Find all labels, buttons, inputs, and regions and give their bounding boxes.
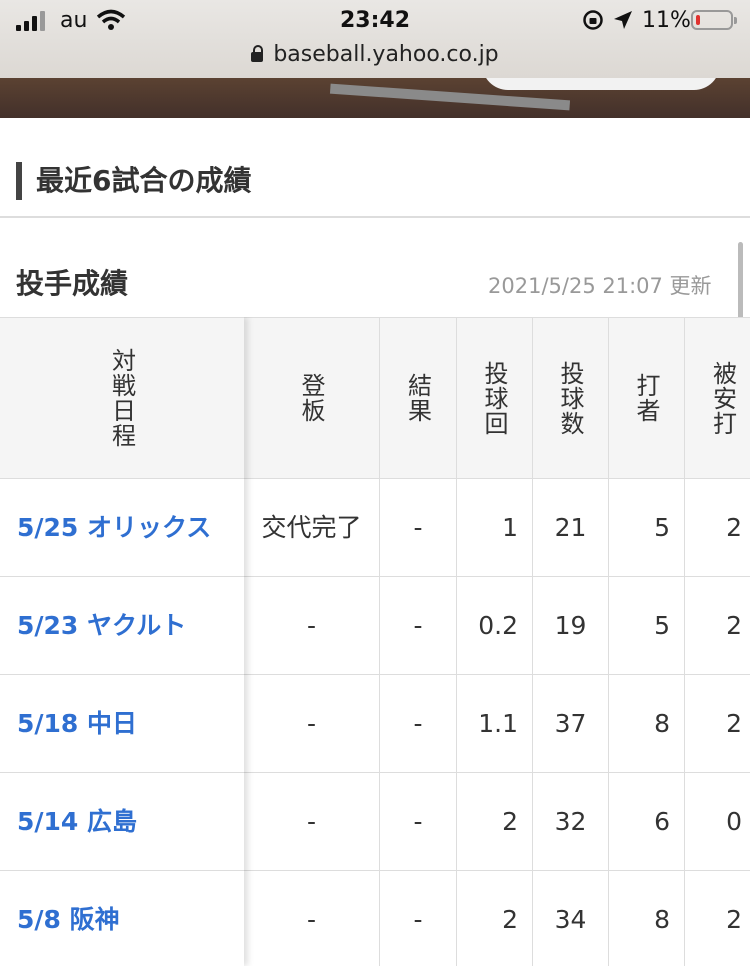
section-title: 最近6試合の成績 [16,162,251,200]
battery-percent: 11% [642,8,691,33]
batters-cell: 5 [609,577,685,674]
appearance-cell: 交代完了 [244,479,380,576]
clock: 23:42 [339,8,411,33]
batters-cell: 5 [609,479,685,576]
innings-cell: 2 [457,773,533,870]
sticky-date-column: 対戦日程 5/25 オリックス 5/23 ヤクルト 5/18 中日 5/14 広… [0,317,244,966]
result-cell: - [380,871,457,966]
hits-cell: 0 [726,807,742,836]
browser-top-bar: au 23:42 11% baseball.yahoo.co.jp [0,0,750,78]
result-cell: - [380,479,457,576]
batters-cell: 8 [609,871,685,966]
date-cell: 5/18 中日 [0,675,244,773]
rotation-lock-icon [583,10,603,30]
battery-icon [691,10,737,30]
appearance-cell: - [244,675,380,772]
pitches-cell: 19 [533,577,609,674]
game-link[interactable]: 5/18 中日 [0,709,137,738]
batters-cell: 8 [609,675,685,772]
col-header-result: 結果 [380,317,457,479]
col-header-date: 対戦日程 [0,317,244,479]
pitches-cell: 32 [533,773,609,870]
col-header-hits: 被安打 [708,360,737,436]
game-link[interactable]: 5/25 オリックス [0,513,211,542]
appearance-cell: - [244,577,380,674]
status-bar: au 23:42 11% [0,0,750,42]
result-cell: - [380,773,457,870]
innings-cell: 1 [457,479,533,576]
innings-cell: 1.1 [457,675,533,772]
game-link[interactable]: 5/14 広島 [0,807,137,836]
date-cell: 5/8 阪神 [0,871,244,966]
appearance-cell: - [244,871,380,966]
pitching-stats-table: 登板 結果 投球回 投球数 打者 被安打 交代完了 - 1 21 5 2 - -… [0,317,750,966]
date-cell: 5/23 ヤクルト [0,577,244,675]
hits-cell: 2 [726,709,742,738]
location-arrow-icon [614,11,632,29]
header-banner-image [0,78,750,118]
date-cell: 5/14 広島 [0,773,244,871]
game-link[interactable]: 5/23 ヤクルト [0,611,186,640]
pitching-title: 投手成績 [16,267,129,300]
col-header-appearance: 登板 [244,317,380,479]
lock-icon [251,45,264,62]
batters-cell: 6 [609,773,685,870]
divider [0,216,750,218]
hits-cell: 2 [726,611,742,640]
hits-cell: 2 [726,513,742,542]
col-header-innings: 投球回 [457,317,533,479]
address-bar[interactable]: baseball.yahoo.co.jp [0,42,750,67]
hits-cell: 2 [726,905,742,934]
date-cell: 5/25 オリックス [0,479,244,577]
url-text: baseball.yahoo.co.jp [273,42,499,67]
innings-cell: 2 [457,871,533,966]
game-link[interactable]: 5/8 阪神 [0,905,120,934]
col-header-pitches: 投球数 [533,317,609,479]
pitches-cell: 37 [533,675,609,772]
updated-timestamp: 2021/5/25 21:07 更新 [488,274,712,298]
appearance-cell: - [244,773,380,870]
col-header-batters: 打者 [609,317,685,479]
pitches-cell: 34 [533,871,609,966]
innings-cell: 0.2 [457,577,533,674]
result-cell: - [380,577,457,674]
pitches-cell: 21 [533,479,609,576]
result-cell: - [380,675,457,772]
